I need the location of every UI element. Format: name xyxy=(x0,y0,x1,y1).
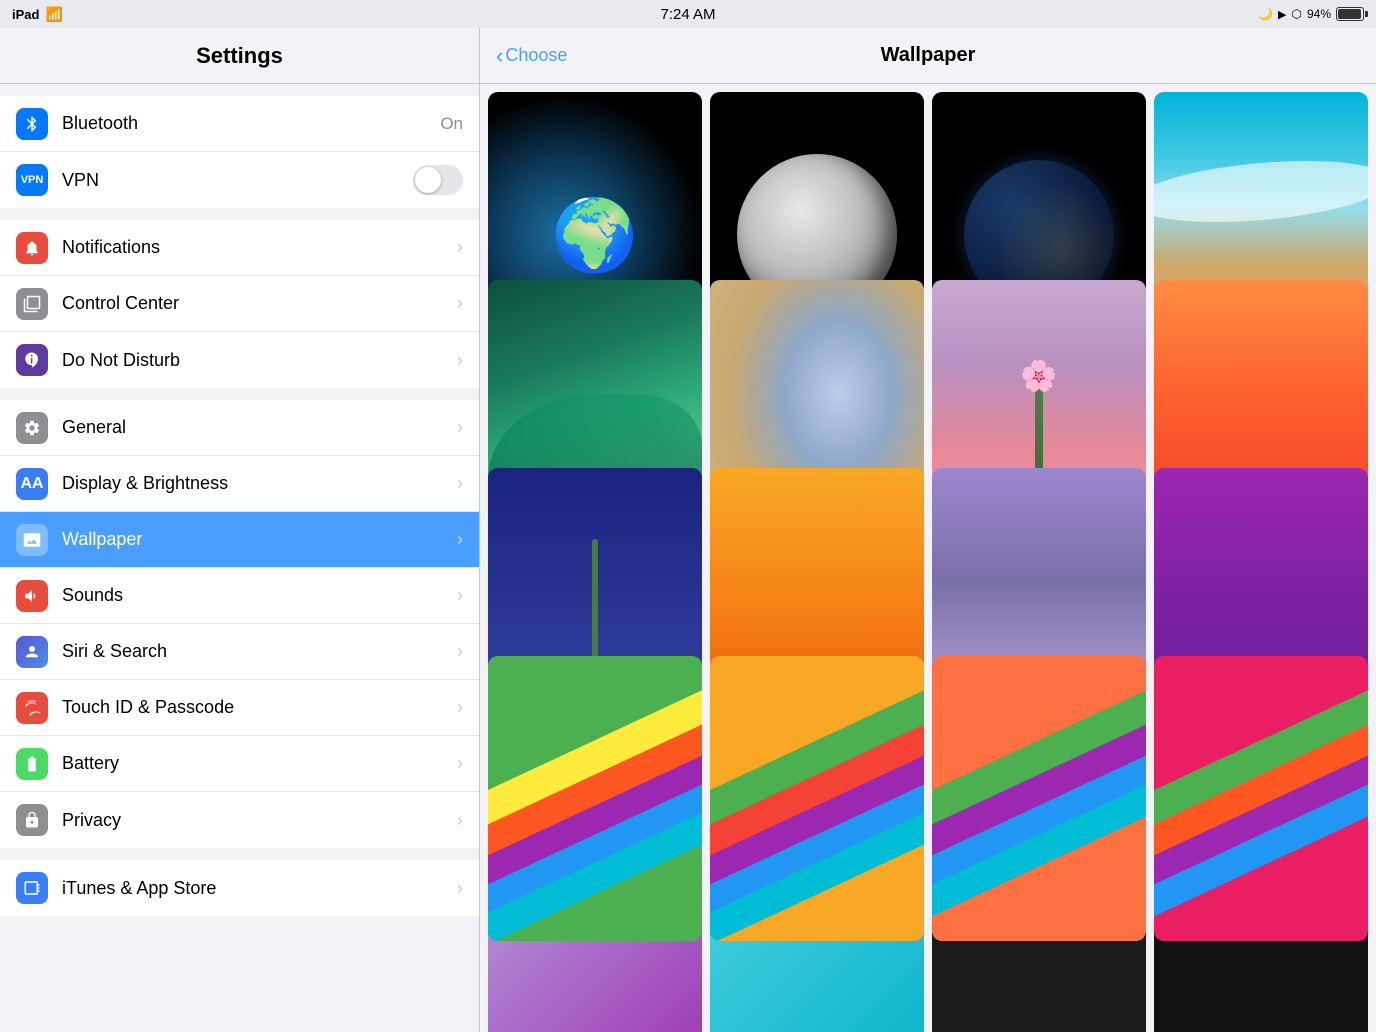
privacy-label: Privacy xyxy=(62,810,457,831)
back-chevron-icon: ‹ xyxy=(496,45,503,67)
bluetooth-icon: ⬡ xyxy=(1291,7,1301,21)
sidebar-item-notifications[interactable]: Notifications › xyxy=(0,220,479,276)
vpn-label: VPN xyxy=(62,170,413,191)
control-center-label: Control Center xyxy=(62,293,457,314)
settings-section-4: iTunes & App Store › xyxy=(0,860,479,916)
chevron-battery: › xyxy=(457,753,463,774)
back-label[interactable]: Choose xyxy=(505,45,567,66)
wallpaper-item-rainbow-orange[interactable] xyxy=(932,656,1146,941)
vpn-toggle[interactable] xyxy=(413,165,463,195)
chevron-wallpaper: › xyxy=(457,529,463,550)
sidebar-item-general[interactable]: General › xyxy=(0,400,479,456)
device-name: iPad xyxy=(12,7,39,22)
chevron-control: › xyxy=(457,293,463,314)
chevron-sounds: › xyxy=(457,585,463,606)
chevron-dnd: › xyxy=(457,350,463,371)
battery-icon-bg xyxy=(16,748,48,780)
chevron-general: › xyxy=(457,417,463,438)
battery-icon xyxy=(1336,7,1364,21)
display-label: Display & Brightness xyxy=(62,473,457,494)
right-panel-title: Wallpaper xyxy=(881,44,976,67)
sidebar-item-display[interactable]: AA Display & Brightness › xyxy=(0,456,479,512)
wallpaper-grid: 🌍 🌸 🌺 xyxy=(480,84,1376,1032)
right-header: ‹ Choose Wallpaper xyxy=(480,28,1376,84)
touchid-label: Touch ID & Passcode xyxy=(62,697,457,718)
general-icon-bg xyxy=(16,412,48,444)
chevron-privacy: › xyxy=(457,810,463,831)
settings-section-1: Bluetooth On VPN VPN xyxy=(0,96,479,208)
wifi-icon: 📶 xyxy=(45,6,62,23)
status-bar-center: 7:24 AM xyxy=(660,6,715,23)
settings-section-2: Notifications › Control Center › Do Not … xyxy=(0,220,479,388)
chevron-touchid: › xyxy=(457,697,463,718)
dnd-label: Do Not Disturb xyxy=(62,350,457,371)
siri-label: Siri & Search xyxy=(62,641,457,662)
sidebar-item-vpn[interactable]: VPN VPN xyxy=(0,152,479,208)
status-bar-left: iPad 📶 xyxy=(12,6,63,23)
back-button[interactable]: ‹ Choose xyxy=(496,45,567,67)
location-icon: ▶ xyxy=(1278,8,1286,21)
bluetooth-value: On xyxy=(440,114,463,134)
dnd-icon-bg xyxy=(16,344,48,376)
settings-section-3: General › AA Display & Brightness › Wall… xyxy=(0,400,479,848)
notifications-icon-bg xyxy=(16,232,48,264)
notifications-label: Notifications xyxy=(62,237,457,258)
siri-icon-bg xyxy=(16,636,48,668)
status-bar-right: 🌙 ▶ ⬡ 94% xyxy=(1258,7,1364,21)
general-label: General xyxy=(62,417,457,438)
sidebar: Settings Bluetooth On VPN VPN xyxy=(0,28,480,1032)
bluetooth-icon-bg xyxy=(16,108,48,140)
display-icon-bg: AA xyxy=(16,468,48,500)
wallpaper-item-rainbow-yellow[interactable] xyxy=(710,656,924,941)
chevron-notifications: › xyxy=(457,237,463,258)
sidebar-item-battery[interactable]: Battery › xyxy=(0,736,479,792)
sidebar-item-sounds[interactable]: Sounds › xyxy=(0,568,479,624)
wallpaper-item-rainbow-pink[interactable] xyxy=(1154,656,1368,941)
chevron-appstore: › xyxy=(457,878,463,899)
chevron-siri: › xyxy=(457,641,463,662)
sidebar-header: Settings xyxy=(0,28,479,84)
sounds-label: Sounds xyxy=(62,585,457,606)
sidebar-item-bluetooth[interactable]: Bluetooth On xyxy=(0,96,479,152)
bluetooth-label: Bluetooth xyxy=(62,113,440,134)
wallpaper-icon-bg xyxy=(16,524,48,556)
privacy-icon-bg xyxy=(16,804,48,836)
right-panel: ‹ Choose Wallpaper 🌍 xyxy=(480,28,1376,1032)
time-display: 7:24 AM xyxy=(660,6,715,23)
sidebar-item-wallpaper[interactable]: Wallpaper › xyxy=(0,512,479,568)
sidebar-item-siri[interactable]: Siri & Search › xyxy=(0,624,479,680)
sounds-icon-bg xyxy=(16,580,48,612)
status-bar: iPad 📶 7:24 AM 🌙 ▶ ⬡ 94% xyxy=(0,0,1376,28)
appstore-icon-bg xyxy=(16,872,48,904)
sidebar-item-appstore[interactable]: iTunes & App Store › xyxy=(0,860,479,916)
control-center-icon-bg xyxy=(16,288,48,320)
wallpaper-label: Wallpaper xyxy=(62,529,457,550)
appstore-label: iTunes & App Store xyxy=(62,878,457,899)
sidebar-item-control-center[interactable]: Control Center › xyxy=(0,276,479,332)
moon-icon: 🌙 xyxy=(1258,7,1273,21)
battery-label: Battery xyxy=(62,753,457,774)
sidebar-item-privacy[interactable]: Privacy › xyxy=(0,792,479,848)
vpn-icon-bg: VPN xyxy=(16,164,48,196)
sidebar-item-touchid[interactable]: Touch ID & Passcode › xyxy=(0,680,479,736)
battery-text: 94% xyxy=(1307,7,1331,21)
sidebar-item-dnd[interactable]: Do Not Disturb › xyxy=(0,332,479,388)
sidebar-title: Settings xyxy=(196,43,283,69)
chevron-display: › xyxy=(457,473,463,494)
touchid-icon-bg xyxy=(16,692,48,724)
wallpaper-item-rainbow-green[interactable] xyxy=(488,656,702,941)
